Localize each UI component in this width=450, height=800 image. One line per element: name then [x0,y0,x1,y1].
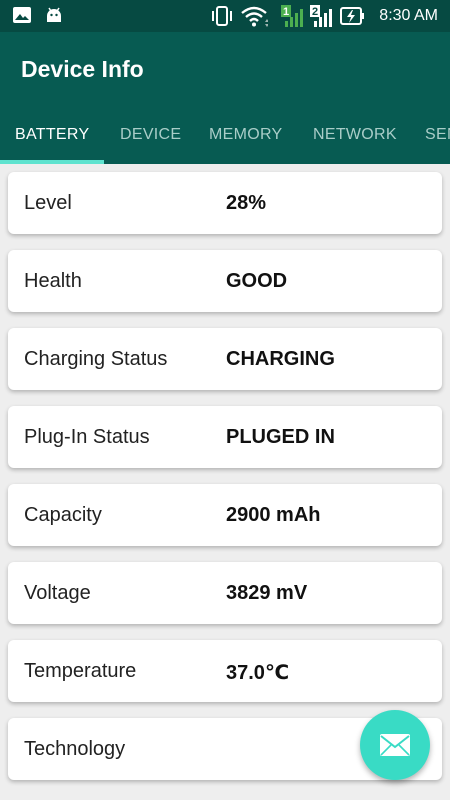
tab-battery[interactable]: BATTERY [15,126,89,144]
status-bar: 1 2 8:30 AM [0,0,450,32]
info-label: Health [24,270,82,292]
svg-text:2: 2 [312,6,318,18]
info-label: Technology [24,738,126,760]
tab-sensors[interactable]: SEN [425,126,450,144]
info-label: Charging Status [24,348,168,370]
info-label: Capacity [24,504,102,526]
info-card-capacity: Capacity 2900 mAh [8,484,442,546]
tab-network[interactable]: NETWORK [313,126,397,144]
tab-bar: BATTERY DEVICE MEMORY NETWORK SEN [0,102,450,164]
info-label: Level [24,192,72,214]
battery-info-list[interactable]: Level 28% Health GOOD Charging Status CH… [0,164,450,800]
info-card-charging-status: Charging Status CHARGING [8,328,442,390]
info-label: Voltage [24,582,91,604]
tab-device[interactable]: DEVICE [120,126,181,144]
vibrate-icon [210,5,234,32]
send-mail-button[interactable] [360,710,430,780]
app-title: Device Info [21,56,144,82]
image-icon [12,6,32,29]
sim1-signal-icon: 1 [280,4,306,33]
info-label: Plug-In Status [24,426,150,448]
info-value: GOOD [226,270,288,292]
info-card-temperature: Temperature 37.0℃ [8,640,442,702]
app-bar: Device Info [0,32,450,102]
status-time: 8:30 AM [379,7,438,24]
sim2-signal-icon: 2 [309,4,335,33]
info-label: Temperature [24,660,137,682]
android-icon [44,5,64,30]
info-card-plug-in-status: Plug-In Status PLUGED IN [8,406,442,468]
battery-charging-icon [340,6,366,31]
tab-memory[interactable]: MEMORY [209,126,283,144]
info-value: 37.0℃ [226,662,290,684]
info-card-voltage: Voltage 3829 mV [8,562,442,624]
info-card-level: Level 28% [8,172,442,234]
info-value: PLUGED IN [226,426,335,448]
svg-text:1: 1 [283,6,289,18]
info-value: 2900 mAh [226,504,321,526]
wifi-icon [240,5,269,32]
info-card-health: Health GOOD [8,250,442,312]
info-value: 28% [226,192,267,214]
info-value: CHARGING [226,348,335,370]
info-value: 3829 mV [226,582,308,604]
mail-icon [380,734,410,756]
